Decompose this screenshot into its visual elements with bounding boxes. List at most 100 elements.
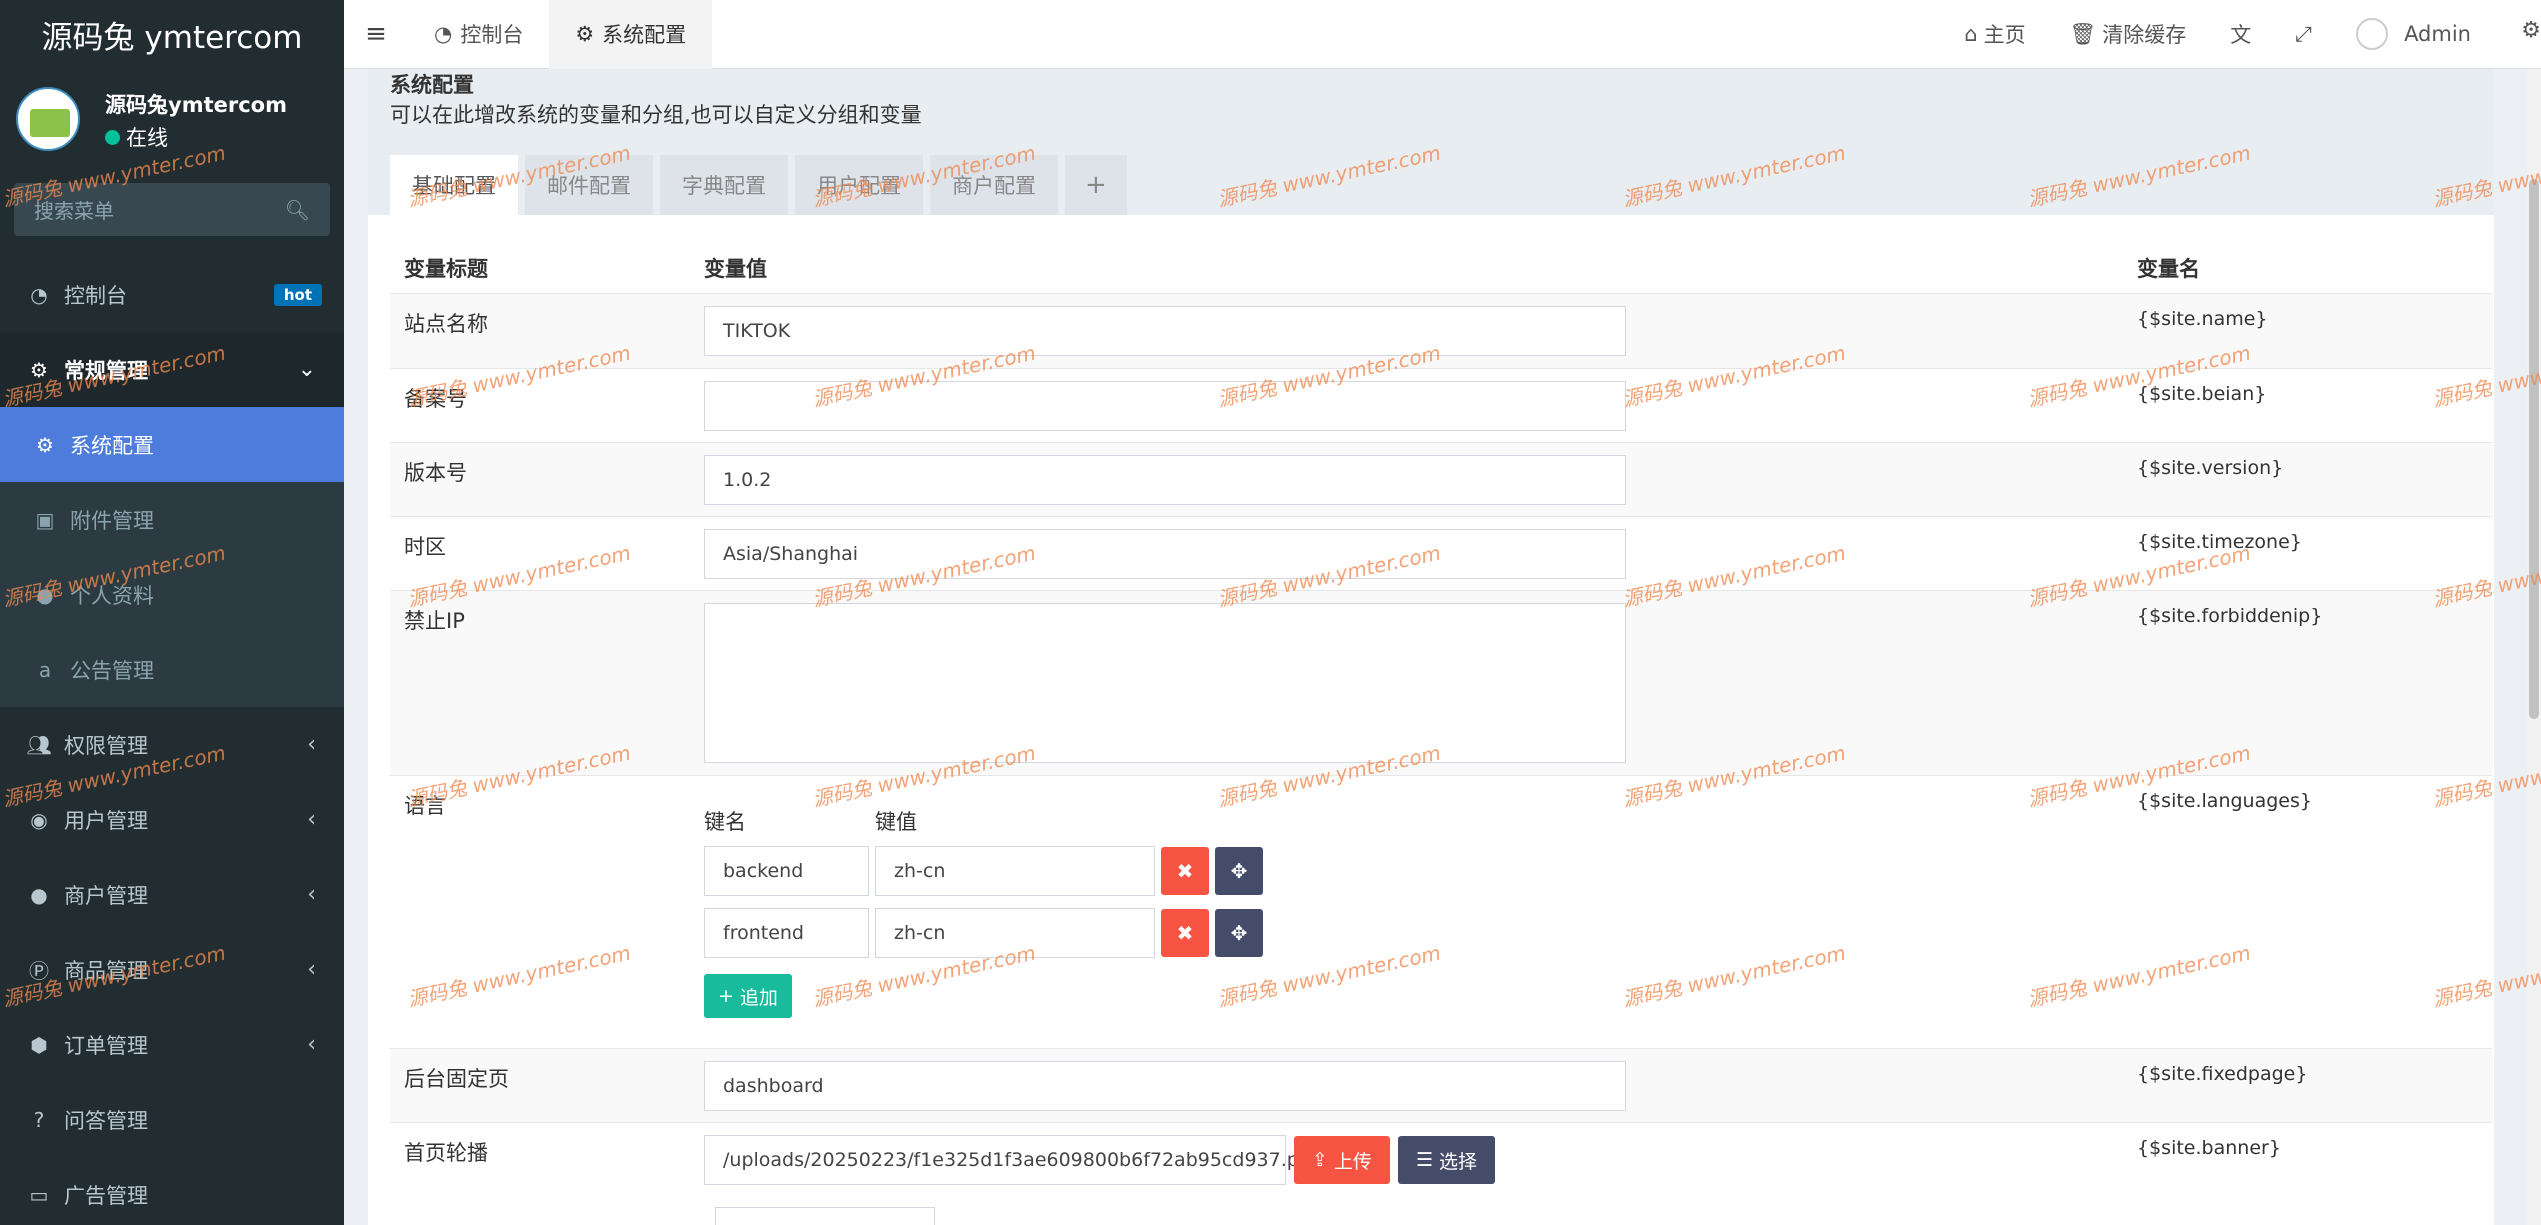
sidebar-item-label: 公告管理	[70, 658, 154, 683]
dashboard-icon: ◔	[30, 282, 48, 307]
table-row: 时区 Asia/Shanghai {$site.timezone}	[390, 516, 2492, 590]
fullscreen-icon: ⤢	[2295, 21, 2313, 46]
search-icon[interactable]: 🔍︎	[285, 198, 310, 222]
search-input[interactable]: 搜索菜单 🔍︎	[14, 183, 330, 236]
sidebar-item-label: 权限管理	[64, 733, 148, 758]
tab-dictionary-config[interactable]: 字典配置	[660, 155, 788, 215]
table-row: 后台固定页 dashboard {$site.fixedpage}	[390, 1048, 2492, 1122]
remove-pair-button[interactable]: ✖	[1161, 909, 1209, 957]
banner-path-input[interactable]: /uploads/20250223/f1e325d1f3ae609800b6f7…	[704, 1135, 1323, 1185]
home-button[interactable]: ⌂ 主页	[1942, 0, 2047, 69]
row-var-name: {$site.languages}	[2137, 790, 2312, 812]
user-status: 在线	[105, 122, 168, 152]
version-input[interactable]: 1.0.2	[704, 455, 1626, 505]
close-icon: ✖	[1176, 859, 1194, 883]
scroll-thumb[interactable]	[2529, 179, 2539, 719]
row-var-name: {$site.timezone}	[2137, 531, 2302, 553]
site-name-input[interactable]: TIKTOK	[704, 306, 1626, 356]
apple-icon: ●	[30, 882, 48, 907]
amazon-icon: a	[38, 657, 52, 682]
drag-pair-button[interactable]: ✥	[1215, 847, 1263, 895]
app-logo[interactable]: 源码兔 ymtercom	[0, 0, 344, 69]
trash-icon: 🗑︎	[2069, 21, 2097, 46]
table-row: 版本号 1.0.2 {$site.version}	[390, 442, 2492, 516]
home-icon: ⌂	[1964, 22, 1978, 46]
sidebar-item-orders[interactable]: ⬢ 订单管理 ‹	[0, 1007, 344, 1082]
row-title: 禁止IP	[404, 609, 465, 633]
row-var-name: {$site.version}	[2137, 457, 2284, 479]
row-title: 备案号	[404, 387, 467, 411]
language-icon: 文	[2230, 23, 2252, 47]
upload-button[interactable]: ⇪ 上传	[1294, 1136, 1390, 1184]
user-icon: ●	[36, 582, 54, 607]
admin-menu[interactable]: Admin	[2334, 0, 2541, 69]
clear-cache-button[interactable]: 🗑︎ 清除缓存	[2048, 0, 2209, 69]
list-icon: ☰	[1415, 1149, 1433, 1171]
move-icon: ✥	[1230, 859, 1248, 883]
keyboard-icon: ▭	[29, 1182, 49, 1207]
tab-user-config[interactable]: 用户配置	[795, 155, 923, 215]
sidebar-item-announcements[interactable]: a 公告管理	[0, 632, 344, 707]
admin-label: Admin	[2404, 22, 2471, 46]
image-preview-box	[715, 1207, 935, 1225]
top-navbar: ≡ ◔ 控制台 ⚙ 系统配置 ⌂ 主页 🗑︎ 清除缓存 文 ⤢ Admin	[344, 0, 2541, 69]
select-button[interactable]: ☰ 选择	[1397, 1136, 1495, 1184]
gear-icon: ⚙	[36, 432, 54, 457]
scrollbar[interactable]	[2527, 69, 2541, 1225]
chevron-left-icon: ‹	[307, 957, 316, 982]
page-title: 系统配置	[390, 73, 474, 97]
question-circle-icon: ?	[33, 1107, 45, 1132]
banner-file-row: /uploads/20250223/f1e325d1f3ae609800b6f7…	[704, 1135, 2137, 1185]
sidebar-item-merchants[interactable]: ● 商户管理 ‹	[0, 857, 344, 932]
upload-icon: ⇪	[1312, 1149, 1328, 1171]
forbidden-ip-textarea[interactable]	[704, 603, 1626, 763]
config-table: 变量标题 变量值 变量名 站点名称 TIKTOK {$site.name} 备案…	[390, 237, 2492, 1212]
sidebar-item-dashboard[interactable]: ◔ 控制台 hot	[0, 257, 344, 332]
sidebar-item-ads[interactable]: ▭ 广告管理	[0, 1157, 344, 1225]
panel-header: 系统配置 可以在此增改系统的变量和分组,也可以自定义分组和变量 基础配置 邮件配…	[368, 69, 2494, 215]
kv-value-input[interactable]: zh-cn	[875, 908, 1155, 958]
fullscreen-button[interactable]: ⤢	[2273, 0, 2334, 69]
tab-system-config[interactable]: ⚙ 系统配置	[549, 0, 713, 69]
sidebar-item-label: 附件管理	[70, 508, 154, 533]
sidebar-item-qa[interactable]: ? 问答管理	[0, 1082, 344, 1157]
move-icon: ✥	[1230, 921, 1248, 945]
sidebar-item-products[interactable]: Ⓟ 商品管理 ‹	[0, 932, 344, 1007]
kv-key-input[interactable]: backend	[704, 846, 869, 896]
fixed-page-input[interactable]: dashboard	[704, 1061, 1626, 1111]
sidebar-item-label: 用户管理	[64, 808, 148, 833]
tab-label: 控制台	[460, 23, 524, 47]
kv-key-input[interactable]: frontend	[704, 908, 869, 958]
table-row: 站点名称 TIKTOK {$site.name}	[390, 293, 2492, 368]
settings-gear-icon[interactable]: ⚙	[2521, 18, 2541, 43]
dashboard-icon: ◔	[434, 22, 453, 46]
sidebar-item-attachments[interactable]: ▣ 附件管理	[0, 482, 344, 557]
menu-toggle-icon[interactable]: ≡	[344, 19, 408, 49]
drag-pair-button[interactable]: ✥	[1215, 909, 1263, 957]
sidebar-item-profile[interactable]: ● 个人资料	[0, 557, 344, 632]
sidebar-item-users[interactable]: ◉ 用户管理 ‹	[0, 782, 344, 857]
timezone-input[interactable]: Asia/Shanghai	[704, 529, 1626, 579]
header-name: 变量名	[2137, 257, 2200, 281]
row-title: 首页轮播	[404, 1141, 488, 1165]
append-pair-button[interactable]: + 追加	[704, 974, 792, 1018]
kv-value-input[interactable]: zh-cn	[875, 846, 1155, 896]
remove-pair-button[interactable]: ✖	[1161, 847, 1209, 895]
beian-input[interactable]	[704, 381, 1626, 431]
table-row: 语言 键名 键值 backend zh-cn ✖ ✥ frontend zh-c…	[390, 775, 2492, 1048]
table-row: 禁止IP {$site.forbiddenip}	[390, 590, 2492, 775]
language-button[interactable]: 文	[2208, 0, 2273, 69]
sidebar-item-system-config[interactable]: ⚙ 系统配置	[0, 407, 344, 482]
sidebar-item-permissions[interactable]: 👥︎ 权限管理 ‹	[0, 707, 344, 782]
table-header: 变量标题 变量值 变量名	[390, 237, 2492, 293]
row-var-name: {$site.banner}	[2137, 1137, 2281, 1159]
tab-merchant-config[interactable]: 商户配置	[930, 155, 1058, 215]
sidebar-item-general[interactable]: ⚙ 常规管理 ⌄	[0, 332, 344, 407]
table-row: 备案号 {$site.beian}	[390, 368, 2492, 442]
home-label: 主页	[1983, 23, 2026, 47]
sidebar-item-label: 个人资料	[70, 583, 154, 608]
add-tab-button[interactable]: +	[1065, 155, 1127, 215]
tab-email-config[interactable]: 邮件配置	[525, 155, 653, 215]
tab-basic-config[interactable]: 基础配置	[390, 155, 518, 215]
tab-dashboard[interactable]: ◔ 控制台	[408, 0, 549, 69]
